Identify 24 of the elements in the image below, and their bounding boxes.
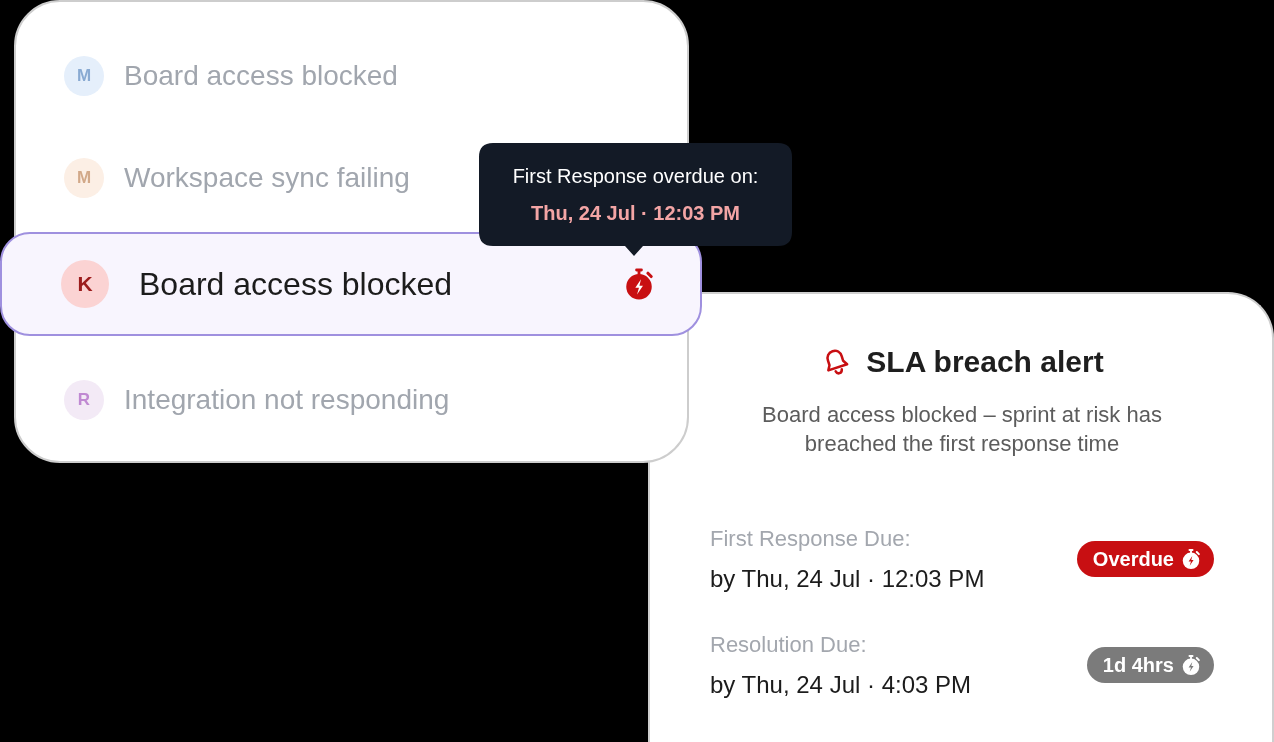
alert-message: Board access blocked – sprint at risk has breached the first response time xyxy=(761,401,1163,458)
status-badge: Overdue xyxy=(1076,541,1214,577)
ticket-title: Board access blocked xyxy=(124,60,398,92)
tooltip-label: First Response overdue on: xyxy=(512,164,759,188)
due-label: First Response Due: xyxy=(710,525,912,553)
ticket-title: Board access blocked xyxy=(139,265,453,303)
ticket-row[interactable]: M Workspace sync failing xyxy=(16,128,422,228)
due-date: by Thu, 24 Jul · 12:03 PM xyxy=(710,564,985,594)
ticket-title: Integration not responding xyxy=(124,384,450,416)
alert-title: SLA breach alert xyxy=(866,345,1104,379)
stopwatch-icon xyxy=(1180,654,1202,676)
ticket-row[interactable]: R Integration not responding xyxy=(16,350,462,450)
stopwatch-icon xyxy=(1180,548,1202,570)
ticket-row[interactable]: K Board access blocked xyxy=(0,232,702,336)
ticket-row[interactable]: M Board access blocked xyxy=(16,26,410,126)
due-date: by Thu, 24 Jul · 4:03 PM xyxy=(710,670,972,700)
avatar: K xyxy=(61,260,109,308)
avatar: M xyxy=(64,158,104,198)
tooltip-date: Thu, 24 Jul · 12:03 PM xyxy=(531,201,740,225)
due-label: Resolution Due: xyxy=(710,631,868,659)
avatar: R xyxy=(64,380,104,420)
status-badge: 1d 4hrs xyxy=(1086,647,1214,683)
ticket-title: Workspace sync failing xyxy=(124,162,410,194)
avatar: M xyxy=(64,56,104,96)
